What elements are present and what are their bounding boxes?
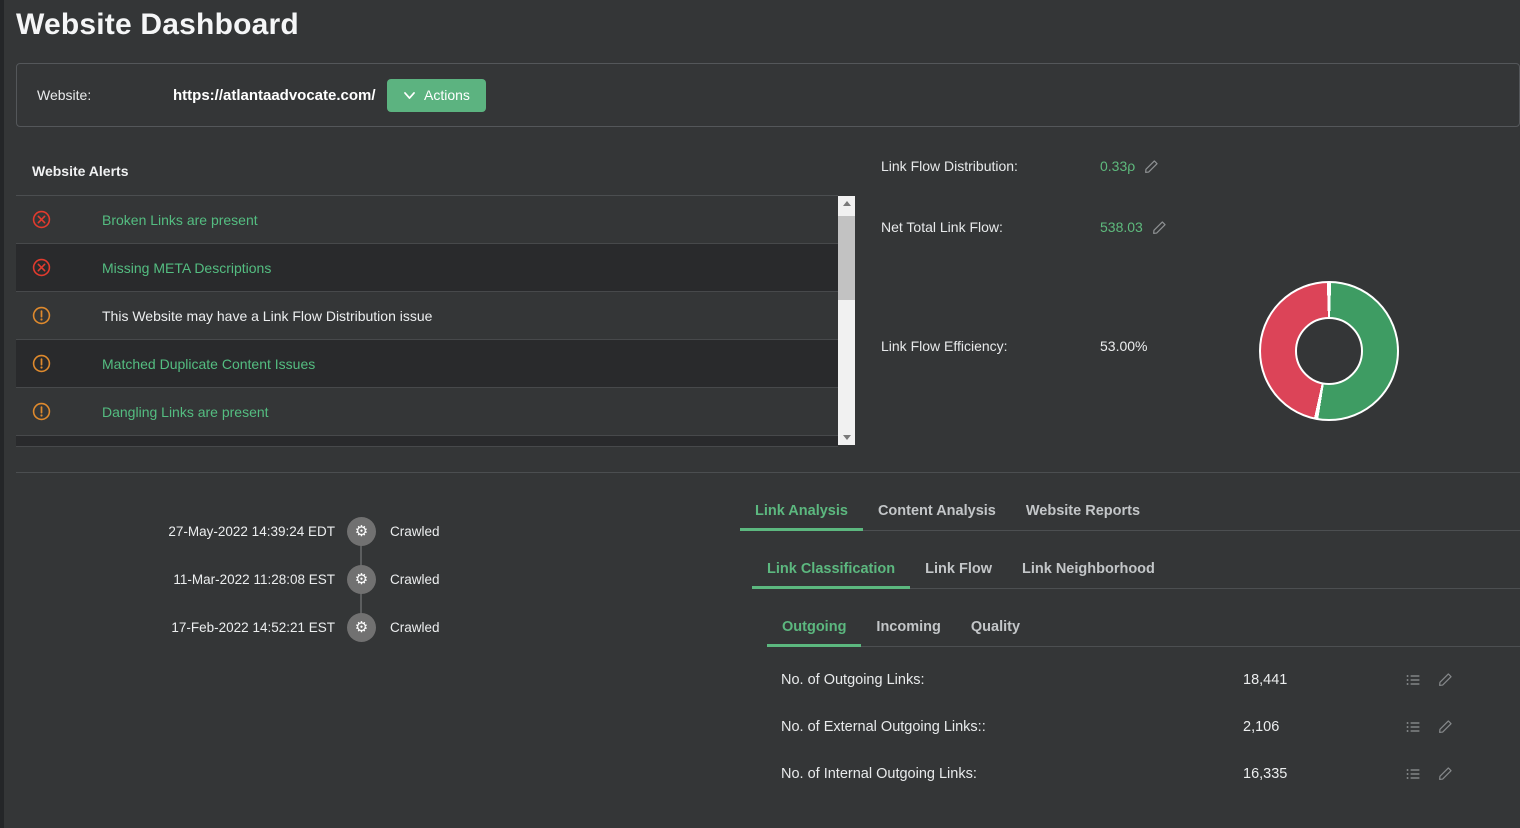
website-label: Website: [37,87,91,103]
tab-outgoing[interactable]: Outgoing [767,609,861,647]
scrollbar-up-arrow[interactable] [838,196,855,211]
metric-value: 53.00% [1100,338,1147,354]
website-bar: Website: https://atlantaadvocate.com/ Ac… [16,63,1520,127]
alerts-scrollbar[interactable] [838,196,855,445]
crawl-entry: 17-Feb-2022 14:52:21 EST ⚙ Crawled [140,608,480,646]
gear-icon[interactable]: ⚙ [347,613,376,642]
metric-label: Link Flow Efficiency: [881,338,1100,354]
list-icon[interactable] [1405,719,1421,735]
alert-text[interactable]: Broken Links are present [102,212,258,228]
crawl-entry: 11-Mar-2022 11:28:08 EST ⚙ Crawled [140,560,480,598]
circle-exclamation-icon [32,402,51,421]
stat-value: 2,106 [1243,719,1279,735]
scrollbar-thumb[interactable] [838,216,855,300]
crawl-status: Crawled [390,620,440,635]
tab-link-neighborhood[interactable]: Link Neighborhood [1007,551,1170,589]
crawl-entry: 27-May-2022 14:39:24 EDT ⚙ Crawled [140,512,480,550]
secondary-tabs: Link Classification Link Flow Link Neigh… [752,551,1520,589]
tab-link-analysis[interactable]: Link Analysis [740,493,863,531]
alert-row: This Website may have a Link Flow Distri… [16,292,838,340]
pencil-icon[interactable] [1438,719,1453,735]
metric-label: Link Flow Distribution: [881,158,1100,174]
circle-exclamation-icon [32,306,51,325]
list-icon[interactable] [1405,766,1421,782]
alert-text[interactable]: Missing META Descriptions [102,260,271,276]
left-edge-strip [0,0,4,828]
stat-label: No. of Outgoing Links: [781,672,924,688]
outgoing-link-stats: No. of Outgoing Links: 18,441 No. of Ext… [767,656,1520,797]
metric-value: 538.03 [1100,219,1143,235]
website-url-link[interactable]: https://atlantaadvocate.com/ [173,87,376,104]
tertiary-tabs: Outgoing Incoming Quality [767,609,1520,647]
stat-label: No. of Internal Outgoing Links: [781,766,977,782]
page-title: Website Dashboard [16,8,299,42]
scrollbar-down-arrow[interactable] [838,430,855,445]
pencil-icon[interactable] [1152,220,1167,235]
stat-row-internal-outgoing-links: No. of Internal Outgoing Links: 16,335 [767,750,1520,797]
stat-row-outgoing-links: No. of Outgoing Links: 18,441 [767,656,1520,703]
metric-label: Net Total Link Flow: [881,219,1100,235]
alert-row[interactable]: Broken Links are present [16,196,838,244]
pencil-icon[interactable] [1144,159,1159,174]
stat-value: 16,335 [1243,766,1287,782]
alert-text[interactable]: Matched Duplicate Content Issues [102,356,315,372]
website-dashboard-page: Website Dashboard Website: https://atlan… [0,0,1520,828]
crawl-timestamp: 27-May-2022 14:39:24 EDT [140,524,335,539]
alert-row[interactable]: Dangling Links are present [16,388,838,436]
stat-row-external-outgoing-links: No. of External Outgoing Links:: 2,106 [767,703,1520,750]
circle-exclamation-icon [32,354,51,373]
pencil-icon[interactable] [1438,672,1453,688]
pencil-icon[interactable] [1438,766,1453,782]
chevron-down-icon [403,89,416,102]
tab-website-reports[interactable]: Website Reports [1011,493,1155,531]
gear-icon[interactable]: ⚙ [347,517,376,546]
crawl-timestamp: 17-Feb-2022 14:52:21 EST [140,620,335,635]
alert-row[interactable]: Matched Duplicate Content Issues [16,340,838,388]
actions-button-label: Actions [424,87,470,103]
alert-row-partial [16,436,838,447]
alerts-panel-title: Website Alerts [32,163,128,179]
circle-x-icon [32,258,51,277]
metric-link-flow-distribution: Link Flow Distribution: 0.33ρ [881,156,1159,176]
stat-value: 18,441 [1243,672,1287,688]
metric-net-total-link-flow: Net Total Link Flow: 538.03 [881,217,1167,237]
metric-link-flow-efficiency: Link Flow Efficiency: 53.00% [881,336,1147,356]
tab-content-analysis[interactable]: Content Analysis [863,493,1011,531]
alert-text: This Website may have a Link Flow Distri… [102,308,432,324]
alert-row[interactable]: Missing META Descriptions [16,244,838,292]
tab-link-flow[interactable]: Link Flow [910,551,1007,589]
crawl-timeline: 27-May-2022 14:39:24 EDT ⚙ Crawled 11-Ma… [140,505,480,665]
primary-tabs: Link Analysis Content Analysis Website R… [740,493,1520,531]
crawl-status: Crawled [390,572,440,587]
gear-icon[interactable]: ⚙ [347,565,376,594]
tab-quality[interactable]: Quality [956,609,1035,647]
donut-hole [1295,317,1363,385]
circle-x-icon [32,210,51,229]
list-icon[interactable] [1405,672,1421,688]
crawl-status: Crawled [390,524,440,539]
stat-label: No. of External Outgoing Links:: [781,719,986,735]
alert-text[interactable]: Dangling Links are present [102,404,269,420]
link-flow-efficiency-donut-chart [1259,281,1399,421]
crawl-timestamp: 11-Mar-2022 11:28:08 EST [140,572,335,587]
section-divider [16,472,1520,473]
alerts-list: Broken Links are present Missing META De… [16,195,838,447]
metric-value: 0.33ρ [1100,158,1135,174]
actions-button[interactable]: Actions [387,79,486,112]
tab-link-classification[interactable]: Link Classification [752,551,910,589]
tab-incoming[interactable]: Incoming [861,609,955,647]
